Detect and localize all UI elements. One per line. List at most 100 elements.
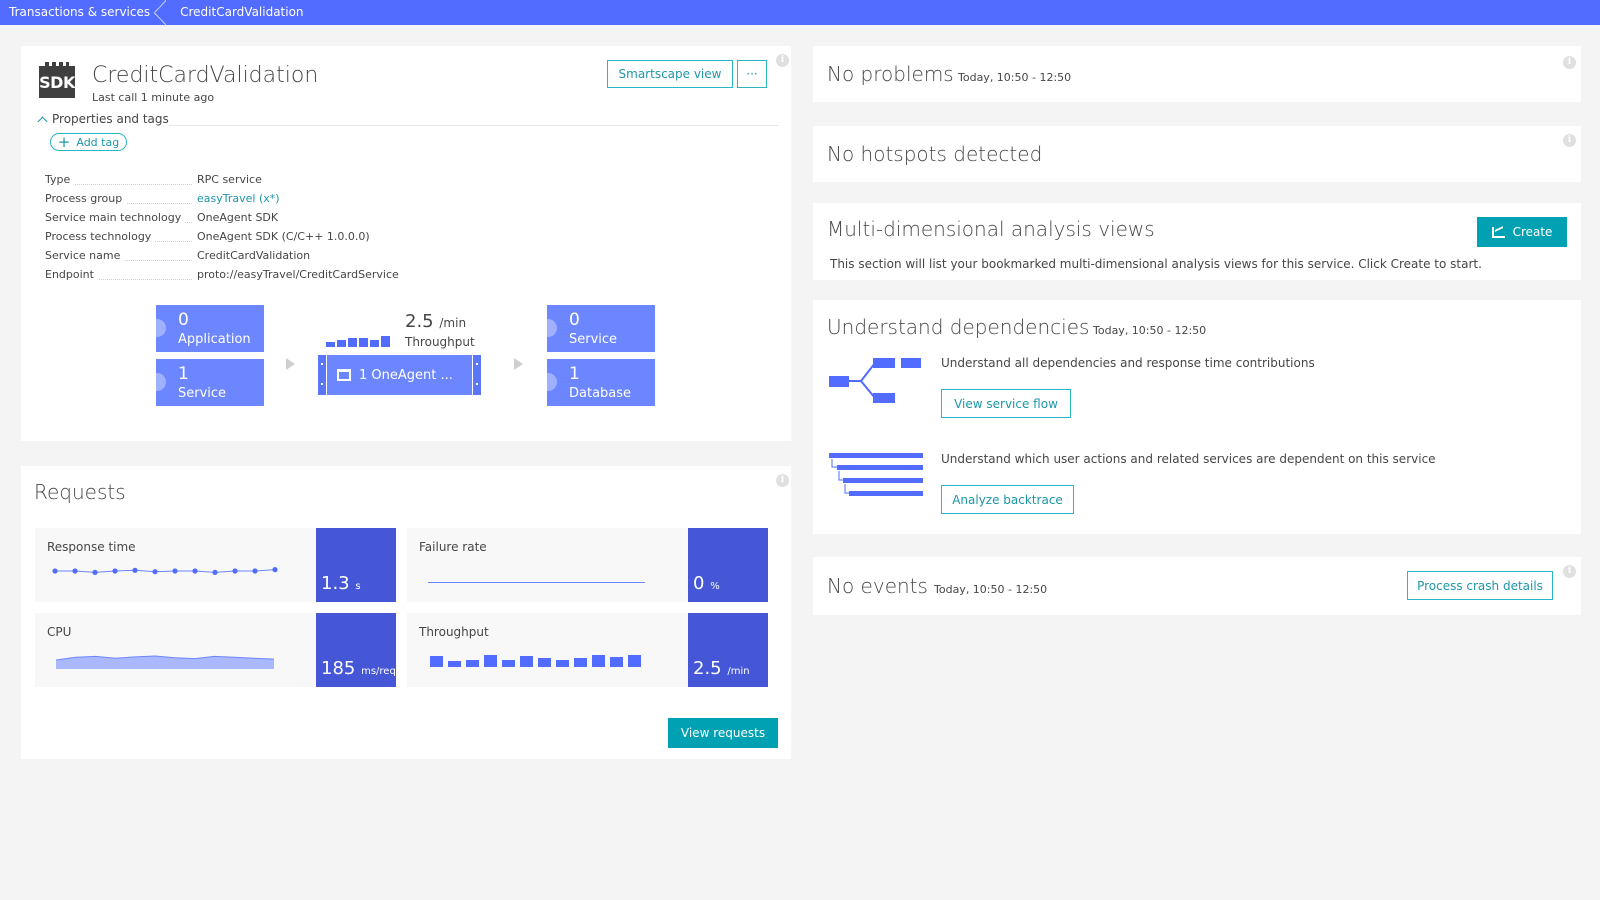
- smartscape-view-button[interactable]: Smartscape view: [607, 60, 733, 88]
- mini-bar: [359, 338, 368, 347]
- property-key: Process group: [45, 192, 197, 205]
- cpu-metric[interactable]: CPU 185 ms/req: [35, 613, 396, 687]
- metric-value-box: 1.3 s: [316, 528, 396, 602]
- info-icon[interactable]: i: [1563, 134, 1576, 147]
- throughput-bar: [484, 655, 497, 667]
- mini-bar: [326, 342, 335, 347]
- mda-description: This section will list your bookmarked m…: [830, 257, 1482, 271]
- throughput-bar: [466, 660, 479, 667]
- breadcrumb-transactions-services[interactable]: Transactions & services: [0, 0, 167, 25]
- response-time-point: [52, 568, 58, 574]
- mini-bar: [337, 340, 346, 347]
- mini-bar: [370, 340, 379, 347]
- response-time-metric[interactable]: Response time 1.3 s: [35, 528, 396, 602]
- tile-label: Application: [178, 332, 251, 347]
- throughput-bar: [502, 660, 515, 667]
- property-key: Endpoint: [45, 268, 197, 281]
- property-key: Type: [45, 173, 197, 186]
- response-time-line: [55, 569, 276, 573]
- response-time-point: [72, 568, 78, 574]
- process-group-tile[interactable]: 1 OneAgent ...: [317, 355, 482, 395]
- service-icon: [547, 319, 557, 337]
- property-key: Service main technology: [45, 211, 197, 224]
- throughput-bar: [556, 660, 569, 667]
- response-time-point: [232, 568, 238, 574]
- chevron-up-icon: [37, 116, 48, 126]
- response-time-point: [152, 569, 158, 575]
- failure-rate-metric[interactable]: Failure rate 0 %: [407, 528, 768, 602]
- tile-label: Service: [178, 386, 227, 401]
- problems-card: No problems Today, 10:50 - 12:50 i: [813, 46, 1581, 102]
- info-icon[interactable]: i: [1563, 56, 1576, 69]
- metric-label: CPU: [47, 625, 72, 639]
- property-row: Service name CreditCardValidation: [45, 246, 545, 265]
- throughput-metric[interactable]: Throughput 2.5 /min: [407, 613, 768, 687]
- property-value: CreditCardValidation: [197, 249, 311, 262]
- add-tag-button[interactable]: + Add tag: [50, 133, 127, 151]
- breadcrumb-current-service[interactable]: CreditCardValidation: [164, 0, 317, 25]
- analyze-backtrace-button[interactable]: Analyze backtrace: [941, 485, 1074, 514]
- view-service-flow-button[interactable]: View service flow: [941, 389, 1071, 418]
- process-group-link[interactable]: easyTravel (x*): [197, 192, 280, 205]
- dependencies-card: Understand dependencies Today, 10:50 - 1…: [813, 300, 1581, 534]
- service-overview-card: SDK CreditCardValidation Last call 1 min…: [21, 46, 791, 441]
- property-key: Service name: [45, 249, 197, 262]
- callee-databases-tile[interactable]: 1 Database: [547, 359, 655, 406]
- tile-label: Service: [569, 332, 618, 347]
- caller-services-tile[interactable]: 1 Service: [156, 359, 264, 406]
- dependencies-timeframe: Today, 10:50 - 12:50: [1093, 324, 1207, 337]
- tile-count: 0: [569, 310, 580, 330]
- service-flow-icon: [829, 358, 921, 403]
- callee-services-tile[interactable]: 0 Service: [547, 305, 655, 352]
- view-requests-button[interactable]: View requests: [668, 718, 778, 748]
- metric-value-box: 0 %: [688, 528, 768, 602]
- throughput-bar: [574, 658, 587, 667]
- tile-count: 0: [178, 310, 189, 330]
- response-time-point: [92, 569, 98, 575]
- backtrace-description: Understand which user actions and relate…: [941, 452, 1436, 466]
- property-value: OneAgent SDK: [197, 211, 279, 224]
- caller-applications-tile[interactable]: 0 Application: [156, 305, 264, 352]
- backtrace-icon: [829, 453, 923, 496]
- info-icon[interactable]: i: [1563, 565, 1576, 578]
- cpu-sparkline: [56, 655, 274, 669]
- mda-title: Multi-dimensional analysis views: [827, 217, 1155, 241]
- metric-label: Throughput: [419, 625, 489, 639]
- last-call-text: Last call 1 minute ago: [92, 91, 215, 104]
- service-icon: [156, 373, 166, 391]
- throughput-bar: [538, 658, 551, 667]
- property-row: Type RPC service: [45, 170, 545, 189]
- property-value: RPC service: [197, 173, 262, 186]
- throughput-sparkline: [430, 655, 641, 667]
- create-analysis-button[interactable]: Create: [1477, 217, 1567, 247]
- throughput-bar: [520, 656, 533, 667]
- problems-timeframe: Today, 10:50 - 12:50: [958, 71, 1072, 84]
- throughput-label: Throughput: [405, 335, 475, 349]
- mda-card: Multi-dimensional analysis views Create …: [813, 203, 1581, 280]
- events-card: No events Today, 10:50 - 12:50 Process c…: [813, 557, 1581, 615]
- property-value: proto://easyTravel/CreditCardService: [197, 268, 399, 281]
- flow-description: Understand all dependencies and response…: [941, 356, 1315, 370]
- info-icon[interactable]: i: [776, 54, 789, 67]
- dependencies-title: Understand dependencies: [827, 315, 1090, 339]
- add-tag-label: Add tag: [76, 135, 120, 149]
- events-title: No events: [827, 574, 928, 598]
- properties-label: Properties and tags: [52, 112, 169, 126]
- property-row: Process technology OneAgent SDK (C/C++ 1…: [45, 227, 545, 246]
- requests-title: Requests: [34, 480, 126, 504]
- arrow-right-icon: [514, 358, 523, 370]
- chart-icon: [1491, 227, 1505, 238]
- process-group-label: 1 OneAgent ...: [359, 367, 453, 383]
- properties-toggle[interactable]: Properties and tags: [37, 112, 169, 126]
- breadcrumb: Transactions & services CreditCardValida…: [0, 0, 1600, 25]
- response-time-point: [252, 568, 258, 574]
- tile-count: 1: [569, 364, 580, 384]
- more-options-button[interactable]: ···: [737, 60, 767, 88]
- tile-label: Database: [569, 386, 632, 401]
- info-icon[interactable]: i: [776, 474, 789, 487]
- metric-value-box: 2.5 /min: [688, 613, 768, 687]
- hotspots-title: No hotspots detected: [827, 142, 1043, 166]
- divider: [169, 125, 779, 126]
- property-row: Process group easyTravel (x*): [45, 189, 545, 208]
- process-crash-details-button[interactable]: Process crash details: [1407, 571, 1553, 600]
